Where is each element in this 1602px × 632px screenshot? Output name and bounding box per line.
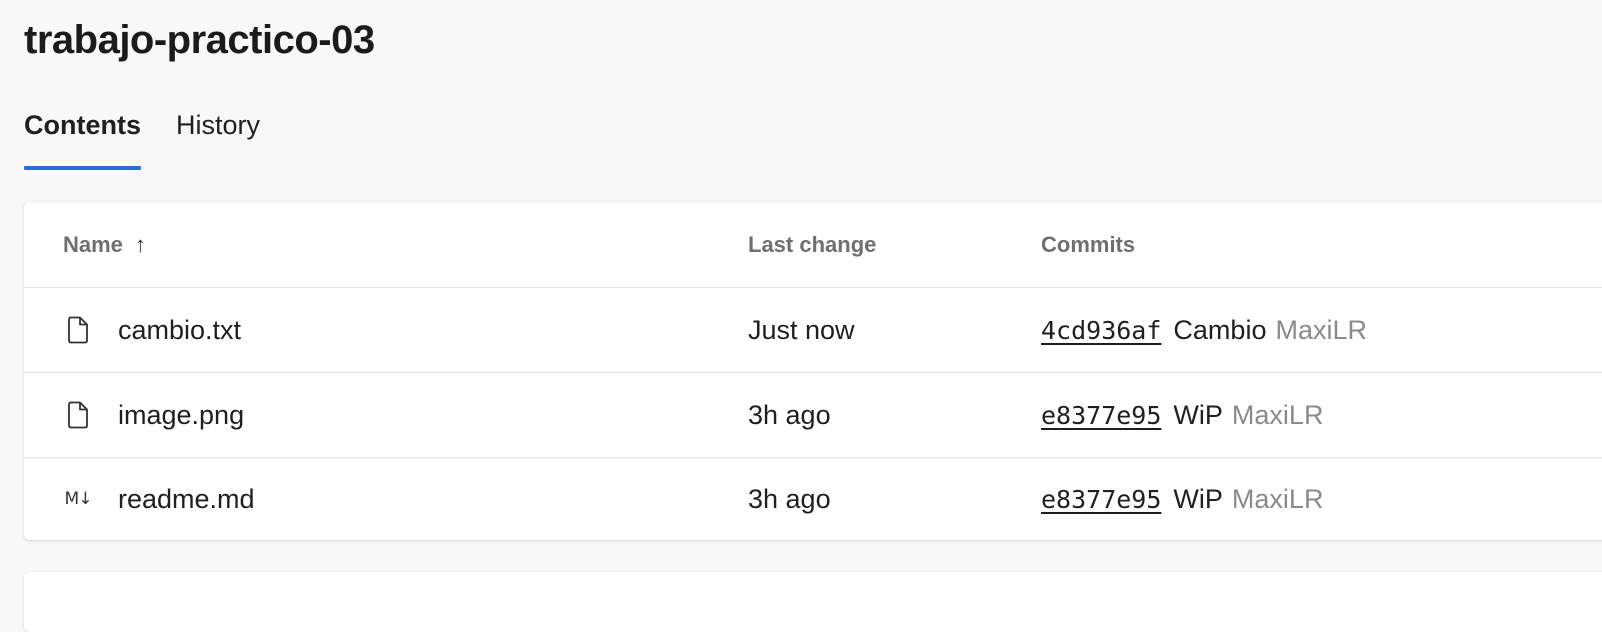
file-name-link[interactable]: readme.md — [118, 484, 255, 515]
tab-history[interactable]: History — [176, 100, 260, 171]
commit-hash-link[interactable]: e8377e95 — [1041, 401, 1161, 430]
file-icon — [63, 400, 93, 430]
table-row[interactable]: cambio.txt Just now 4cd936af Cambio Maxi… — [24, 288, 1602, 373]
tab-contents[interactable]: Contents — [24, 100, 141, 171]
tab-bar: Contents History — [24, 100, 260, 171]
markdown-icon: M↓ — [64, 489, 93, 509]
last-change: Just now — [748, 314, 855, 345]
files-table: Name ↑ Last change Commits cambio.txt Ju… — [24, 202, 1602, 540]
file-icon — [63, 315, 93, 345]
commit-author: MaxiLR — [1231, 483, 1324, 514]
table-header: Name ↑ Last change Commits — [24, 202, 1602, 288]
page-title: trabajo-practico-03 — [24, 18, 375, 62]
file-name-link[interactable]: cambio.txt — [118, 315, 241, 346]
commit-hash-link[interactable]: 4cd936af — [1041, 316, 1161, 345]
commit-message: WiP — [1173, 399, 1223, 430]
table-row[interactable]: M↓ readme.md 3h ago e8377e95 WiP MaxiLR — [24, 457, 1602, 540]
column-header-name-label: Name — [63, 231, 123, 257]
commit-author: MaxiLR — [1275, 314, 1367, 345]
column-header-commits[interactable]: Commits — [1041, 232, 1135, 258]
column-header-last-change[interactable]: Last change — [748, 232, 876, 258]
commit-hash-link[interactable]: e8377e95 — [1041, 485, 1161, 514]
column-header-name[interactable]: Name ↑ — [63, 232, 146, 258]
last-change: 3h ago — [748, 483, 831, 514]
commit-message: WiP — [1173, 483, 1223, 514]
commit-message: Cambio — [1173, 314, 1267, 345]
last-change: 3h ago — [748, 399, 831, 430]
table-row[interactable]: image.png 3h ago e8377e95 WiP MaxiLR — [24, 373, 1602, 458]
file-name-link[interactable]: image.png — [118, 400, 244, 431]
readme-card — [24, 572, 1602, 632]
commit-author: MaxiLR — [1231, 399, 1324, 430]
sort-ascending-icon: ↑ — [134, 231, 146, 257]
